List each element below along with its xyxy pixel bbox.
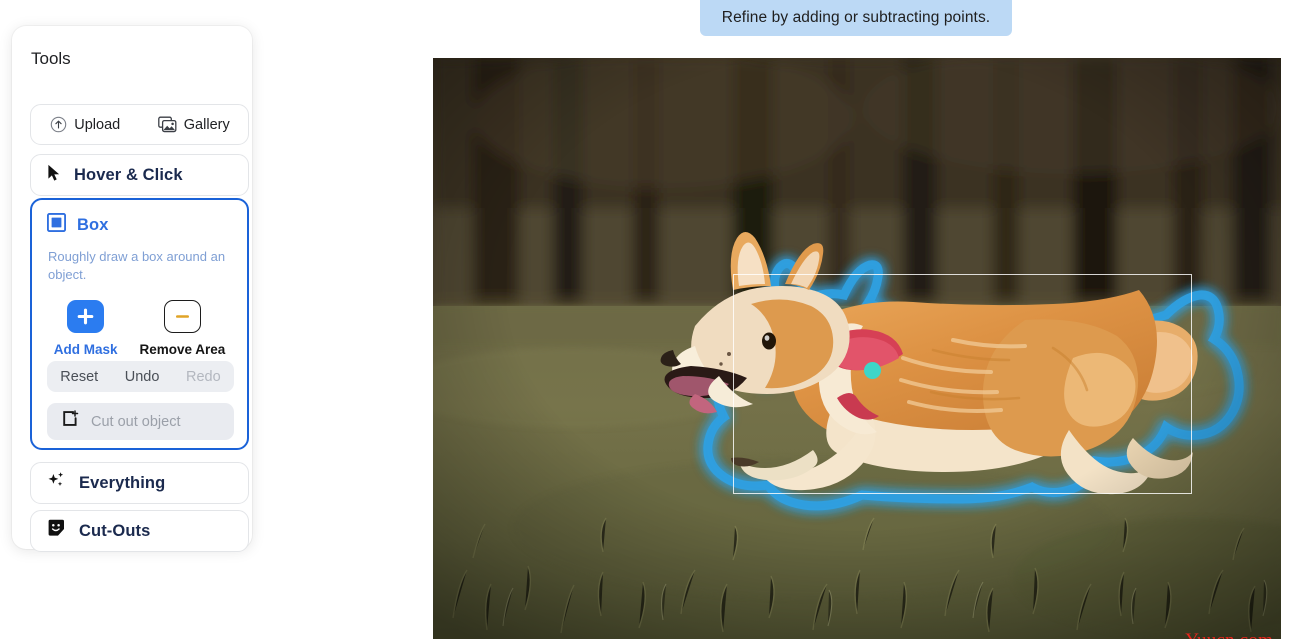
box-header: Box	[32, 200, 247, 237]
sidebar-item-everything[interactable]: Everything	[30, 462, 249, 504]
upload-circle-icon	[50, 116, 67, 133]
history-controls: Reset Undo Redo	[47, 361, 234, 392]
watermark-brand: Yuucn.com	[1185, 630, 1273, 639]
box-description: Roughly draw a box around an object.	[48, 249, 226, 282]
redo-button: Redo	[186, 368, 221, 385]
box-label: Box	[77, 215, 109, 234]
sidebar-item-everything-label: Everything	[79, 473, 166, 492]
selection-box[interactable]	[733, 274, 1192, 494]
mask-mode-buttons: Add Mask Remove Area	[32, 300, 247, 357]
box-square-icon	[46, 212, 67, 237]
sticker-face-icon	[47, 519, 66, 543]
remove-area-button[interactable]: Remove Area	[139, 300, 225, 357]
sidebar-item-cutouts[interactable]: Cut-Outs	[30, 510, 249, 552]
sidebar-item-hover-click[interactable]: Hover & Click	[30, 154, 249, 196]
add-mask-label: Add Mask	[53, 342, 118, 357]
cut-out-icon	[61, 410, 79, 433]
cut-out-object-label: Cut out object	[91, 413, 181, 430]
cut-out-object-button[interactable]: Cut out object	[47, 403, 234, 440]
add-mask-button[interactable]: Add Mask	[53, 300, 118, 357]
panel-title: Tools	[31, 49, 71, 68]
tools-panel: Tools Upload Gallery Hover & Click Box R…	[12, 26, 252, 552]
gallery-button[interactable]: Gallery	[140, 105, 249, 144]
minus-icon	[163, 300, 201, 333]
plus-icon	[67, 300, 105, 333]
sidebar-item-box[interactable]: Box Roughly draw a box around an object.…	[30, 198, 249, 450]
image-canvas[interactable]: Yuucn.com CSDN @Together_CZ	[433, 58, 1281, 639]
sparkles-icon	[47, 471, 66, 495]
remove-area-label: Remove Area	[139, 342, 226, 357]
hint-text: Refine by adding or subtracting points.	[721, 9, 991, 26]
reset-button[interactable]: Reset	[60, 369, 98, 385]
hint-banner: Refine by adding or subtracting points.	[700, 0, 1012, 36]
io-button-row: Upload Gallery	[30, 104, 249, 145]
upload-button[interactable]: Upload	[31, 105, 140, 144]
sidebar-item-cutouts-label: Cut-Outs	[79, 521, 151, 540]
sidebar-item-hover-click-label: Hover & Click	[74, 165, 183, 184]
gallery-image-icon	[157, 116, 177, 133]
upload-label: Upload	[74, 116, 121, 133]
cursor-arrow-icon	[47, 164, 61, 187]
positive-point-marker[interactable]	[864, 362, 881, 379]
gallery-label: Gallery	[183, 116, 230, 133]
undo-button[interactable]: Undo	[125, 369, 160, 385]
